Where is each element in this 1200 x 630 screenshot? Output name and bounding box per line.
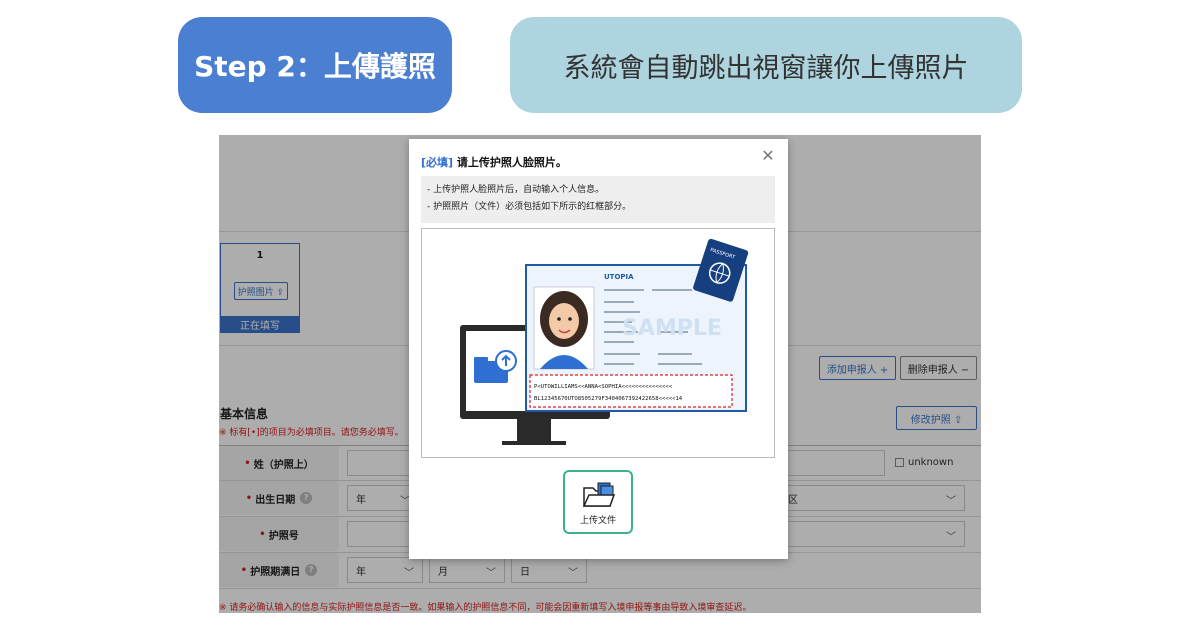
passport-watermark: SAMPLE [622, 316, 722, 341]
info-line: - 护照照片（文件）必须包括如下所示的红框部分。 [427, 202, 632, 212]
upload-file-button[interactable]: 上传文件 [563, 470, 633, 534]
upload-file-label: 上传文件 [579, 516, 616, 526]
folder-upload-icon [582, 482, 615, 507]
mrz-line-1: P<UTOWILLIAMS<<ANNA<SOPHIA<<<<<<<<<<<<<<… [534, 384, 673, 390]
info-line: - 上传护照人脸照片后，自动输入个人信息。 [427, 185, 605, 195]
passport-country: UTOPIA [604, 273, 634, 281]
mrz-line-2: BL12345670UTO8505279F3404067392422658<<<… [534, 396, 683, 402]
passport-sample-image: UTOPIA SAMPLE P<UTOWILLIAMS<<ANNA<SOPHIA… [460, 238, 749, 445]
passport-illustration: UTOPIA SAMPLE P<UTOWILLIAMS<<ANNA<SOPHIA… [421, 228, 775, 458]
close-icon[interactable]: ✕ [760, 148, 776, 164]
modal-title-text: 请上传护照人脸照片。 [453, 156, 567, 169]
required-tag: [必填] [421, 156, 454, 169]
info-box: - 上传护照人脸照片后，自动输入个人信息。 - 护照照片（文件）必须包括如下所示… [421, 176, 775, 223]
step-label: Step 2：上傳護照 [178, 17, 452, 113]
modal-title: [必填] 请上传护照人脸照片。 [421, 154, 567, 170]
page: Step 2：上傳護照 系統會自動跳出視窗讓你上傳照片 1 护照图片 ⇪ 正在填… [0, 0, 1200, 630]
upload-modal: [必填] 请上传护照人脸照片。 ✕ - 上传护照人脸照片后，自动输入个人信息。 … [409, 139, 788, 559]
step-description: 系統會自動跳出視窗讓你上傳照片 [510, 17, 1022, 113]
